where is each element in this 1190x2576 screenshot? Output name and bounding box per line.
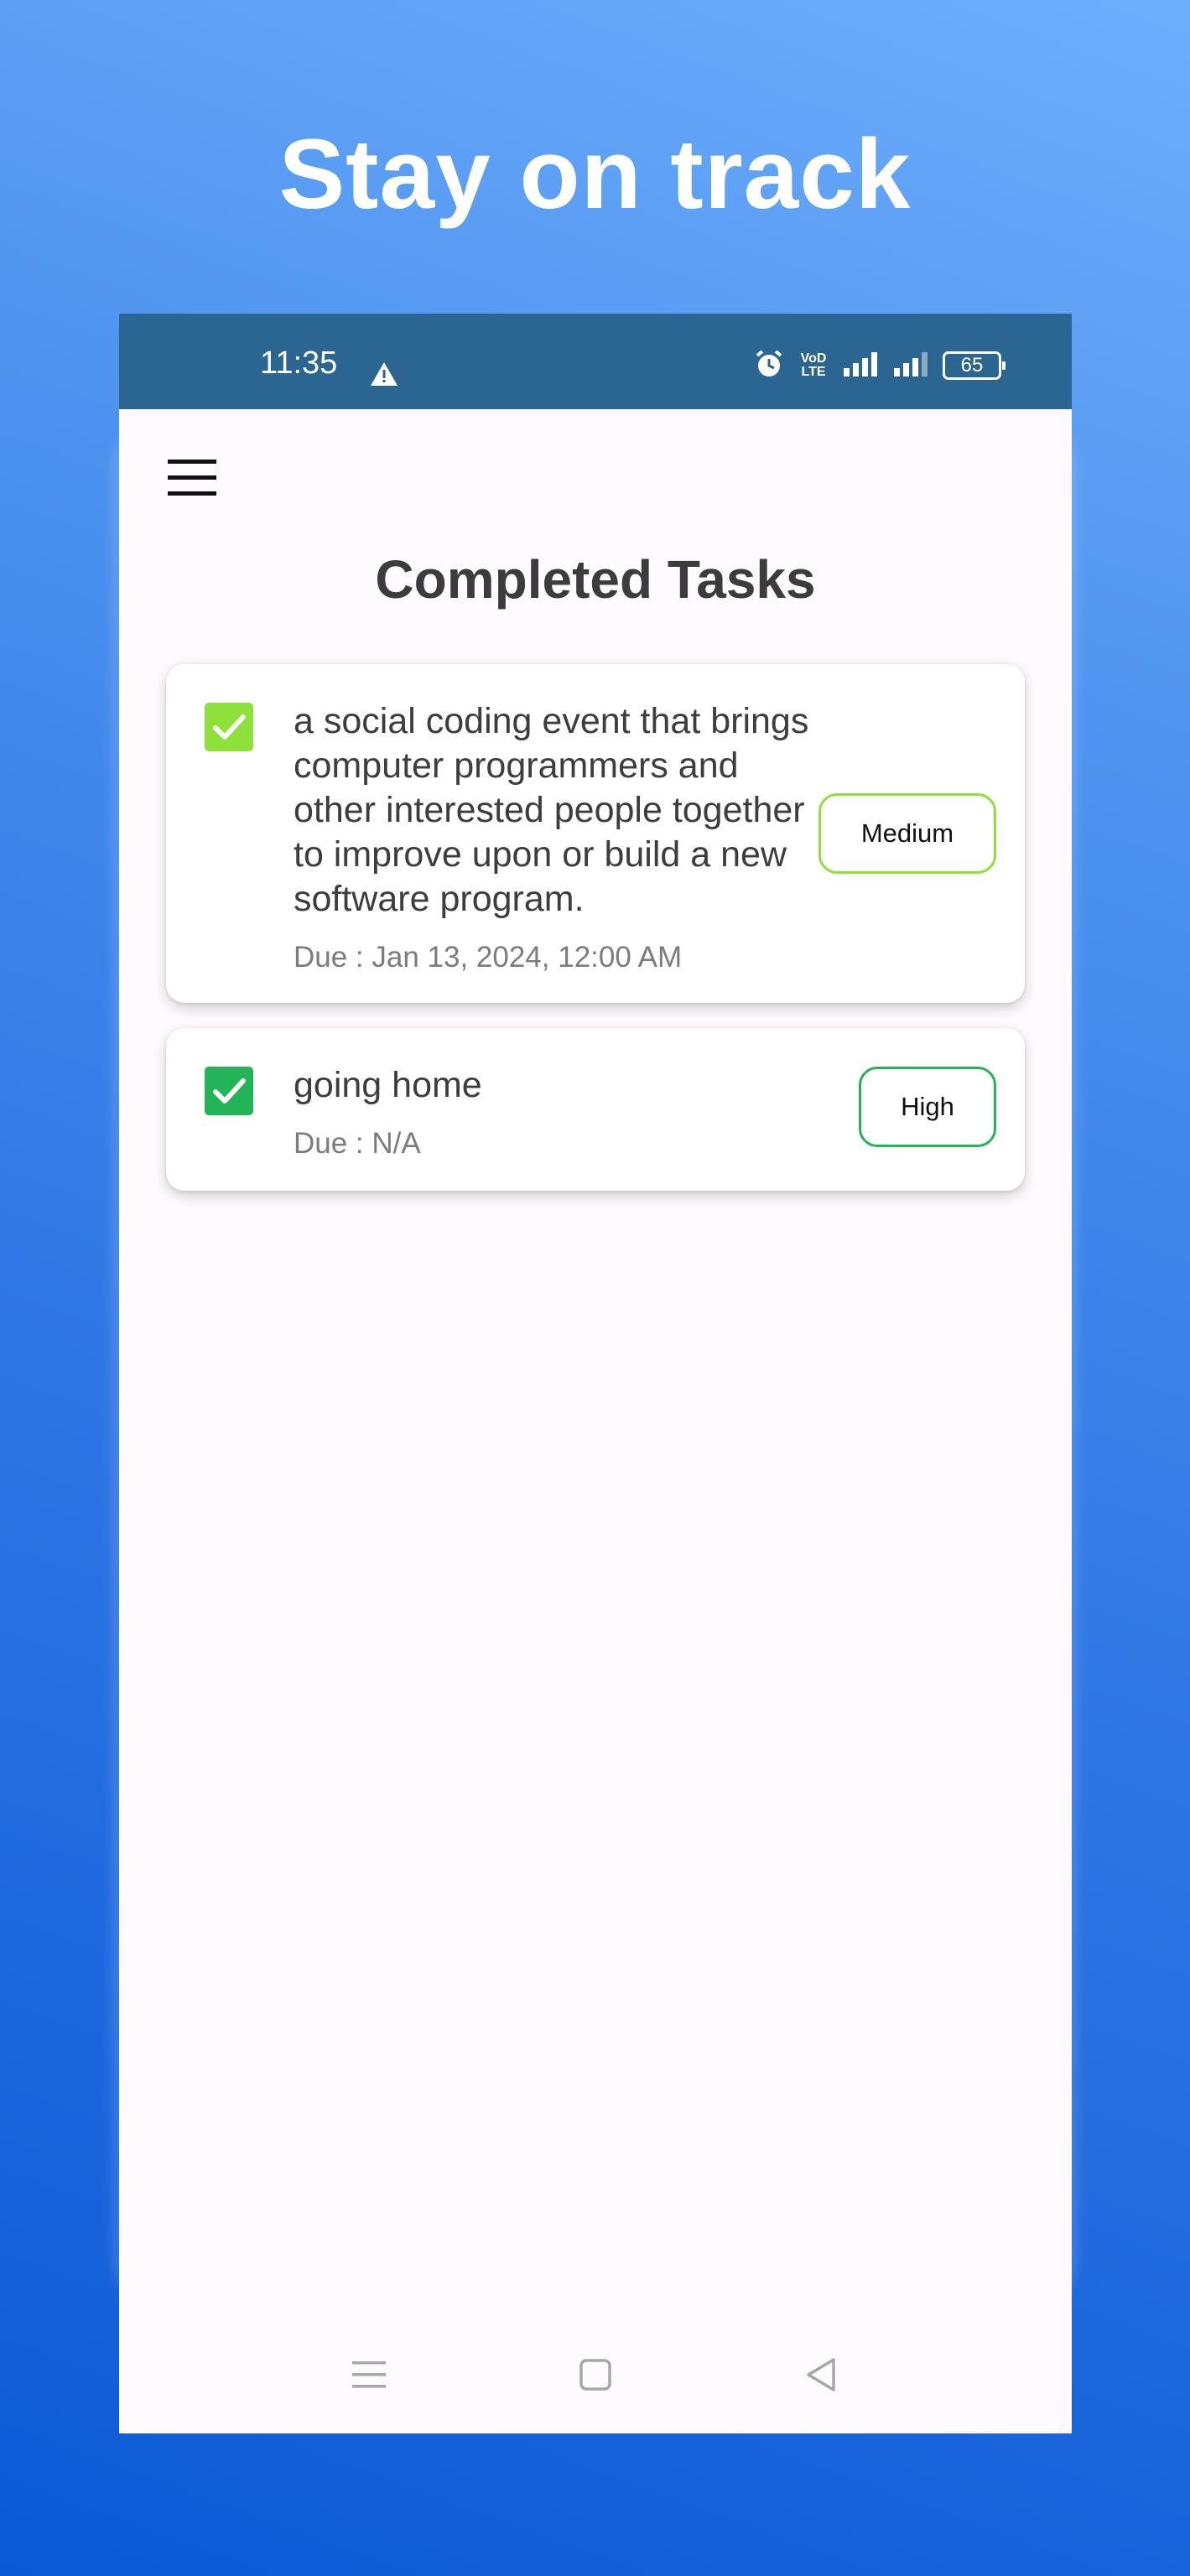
volte-indicator: VoD LTE	[797, 352, 830, 379]
home-icon[interactable]	[570, 2350, 621, 2400]
volte-bottom-label: LTE	[801, 365, 826, 379]
task-checkbox[interactable]	[205, 1067, 253, 1115]
signal-icon	[842, 350, 881, 382]
task-due-date: Due : Jan 13, 2024, 12:00 AM	[294, 941, 683, 974]
status-bar: 11:35 VoD LTE 65	[119, 314, 1072, 409]
back-icon[interactable]	[797, 2350, 847, 2400]
checkmark-icon	[213, 714, 246, 740]
task-due-date: Due : N/A	[294, 1127, 421, 1160]
warning-icon	[369, 361, 399, 392]
status-icons: VoD LTE 65	[753, 348, 1006, 384]
battery-icon: 65	[943, 351, 1006, 380]
volte-top-label: VoD	[800, 351, 827, 366]
task-title: going home	[294, 1065, 482, 1105]
priority-badge-medium[interactable]: Medium	[818, 793, 996, 874]
headline: Stay on track	[278, 119, 912, 230]
hamburger-menu-icon[interactable]	[166, 454, 220, 501]
task-card[interactable]: a social coding event that brings comput…	[166, 664, 1025, 1003]
page-title: Completed Tasks	[375, 549, 816, 610]
checkmark-icon	[213, 1078, 246, 1104]
phone-screen: 11:35 VoD LTE 65 Completed Tasks a socia…	[119, 314, 1072, 2433]
priority-badge-high[interactable]: High	[859, 1067, 996, 1147]
status-time: 11:35	[260, 345, 338, 381]
task-card[interactable]: going home Due : N/A High	[166, 1028, 1025, 1191]
task-checkbox[interactable]	[205, 703, 253, 751]
signal-icon-2	[892, 350, 931, 382]
alarm-icon	[753, 348, 785, 384]
recents-icon[interactable]	[344, 2350, 394, 2400]
system-nav-bar	[119, 2316, 1072, 2433]
task-title: a social coding event that brings comput…	[294, 701, 809, 919]
